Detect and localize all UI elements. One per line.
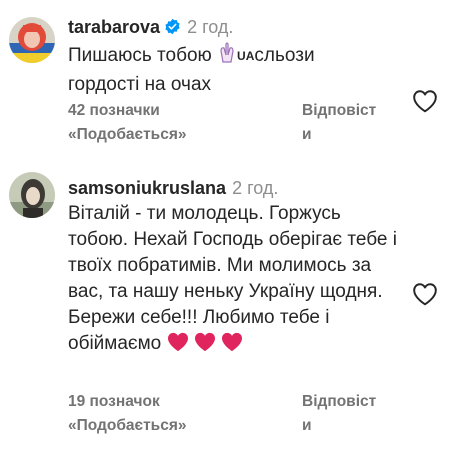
red-heart-emoji bbox=[194, 332, 216, 360]
reply-label-wrap: и bbox=[302, 126, 312, 143]
username[interactable]: samsoniukruslana bbox=[68, 178, 226, 198]
red-heart-emoji bbox=[167, 332, 189, 360]
red-heart-emoji bbox=[221, 332, 243, 360]
heart-outline-icon[interactable] bbox=[412, 282, 438, 306]
ua-text: UA bbox=[237, 49, 255, 63]
comment-text-part: Пишаюсь тобою bbox=[68, 45, 212, 66]
likes-count-text: 42 позначки bbox=[68, 102, 160, 119]
avatar[interactable] bbox=[9, 17, 55, 63]
heart-outline-icon[interactable] bbox=[412, 89, 438, 113]
comment-item: tarabarova 2 год. Пишаюсь тобою UAсльози… bbox=[0, 0, 459, 165]
reply-label: Відповіст bbox=[302, 393, 377, 410]
comment-text: Віталій - ти молодець. Горжусь тобою. Не… bbox=[68, 201, 401, 360]
comment-time: 2 год. bbox=[232, 178, 279, 198]
comment-body: tarabarova 2 год. Пишаюсь тобою UAсльози… bbox=[68, 15, 401, 98]
reply-label-wrap: и bbox=[302, 417, 312, 434]
avatar[interactable] bbox=[9, 172, 55, 218]
likes-label: «Подобається» bbox=[68, 126, 187, 143]
comment-text: Пишаюсь тобою UAсльози гордості на очах bbox=[68, 42, 401, 98]
comment-text-part: сльози bbox=[254, 45, 315, 66]
comment-body: samsoniukruslana 2 год. Віталій - ти моло… bbox=[68, 176, 401, 360]
verified-badge-icon bbox=[164, 17, 181, 41]
comment-text-part: гордості на очах bbox=[68, 74, 212, 95]
likes-count-text: 19 позначок bbox=[68, 393, 160, 410]
reply-button[interactable]: Відповіст и bbox=[302, 390, 402, 438]
comment-header: samsoniukruslana 2 год. bbox=[68, 176, 401, 200]
reply-label: Відповіст bbox=[302, 102, 377, 119]
reply-button[interactable]: Відповіст и bbox=[302, 99, 402, 147]
username[interactable]: tarabarova bbox=[68, 17, 160, 37]
comment-header: tarabarova 2 год. bbox=[68, 15, 401, 41]
comment-time: 2 год. bbox=[187, 17, 234, 37]
likes-count[interactable]: 19 позначок «Подобається» bbox=[68, 390, 268, 438]
hands-emoji-icon bbox=[217, 42, 237, 72]
likes-label: «Подобається» bbox=[68, 417, 187, 434]
likes-count[interactable]: 42 позначки «Подобається» bbox=[68, 99, 268, 147]
comment-item: samsoniukruslana 2 год. Віталій - ти моло… bbox=[0, 165, 459, 456]
